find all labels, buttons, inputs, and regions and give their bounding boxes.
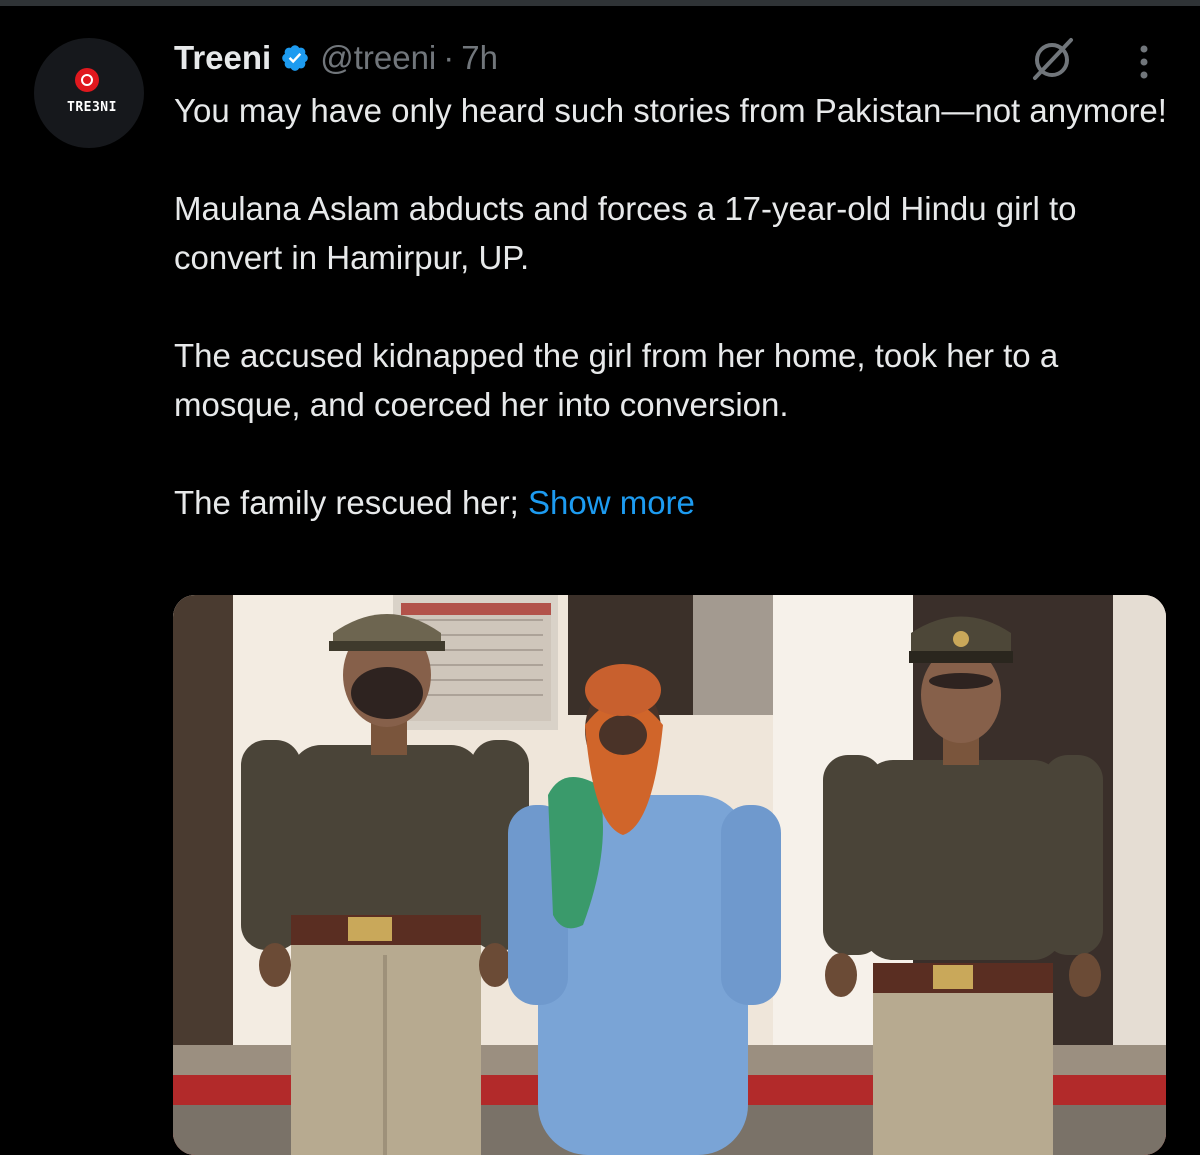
more-vertical-icon[interactable] xyxy=(1132,44,1156,80)
tweet-paragraph-text: The family rescued her; xyxy=(174,484,519,521)
tweet-timestamp[interactable]: 7h xyxy=(461,39,498,77)
tweet-media-photo[interactable] xyxy=(173,595,1166,1155)
show-more-link[interactable]: Show more xyxy=(528,484,695,521)
avatar[interactable]: TRE3NI xyxy=(34,38,144,148)
avatar-logo-text: TRE3NI xyxy=(67,100,117,115)
logo-icon xyxy=(75,68,99,92)
author-display-name[interactable]: Treeni xyxy=(174,39,271,77)
verified-badge-icon[interactable] xyxy=(280,43,310,73)
tweet-paragraph: The accused kidnapped the girl from her … xyxy=(174,337,1059,423)
author-handle[interactable]: @treeni xyxy=(320,39,436,77)
tweet-body: You may have only heard such stories fro… xyxy=(174,86,1174,527)
tweet-paragraph: You may have only heard such stories fro… xyxy=(174,92,1167,129)
tweet-paragraph: Maulana Aslam abducts and forces a 17-ye… xyxy=(174,190,1077,276)
separator-dot: · xyxy=(443,39,455,76)
grok-icon[interactable] xyxy=(1029,36,1077,82)
tweet-header: Treeni @treeni · 7h xyxy=(174,36,498,80)
tweet-paragraph-last: The family rescued her; Show more xyxy=(174,478,1174,527)
photo-of-three-men xyxy=(173,595,1166,1155)
top-divider xyxy=(0,0,1200,6)
